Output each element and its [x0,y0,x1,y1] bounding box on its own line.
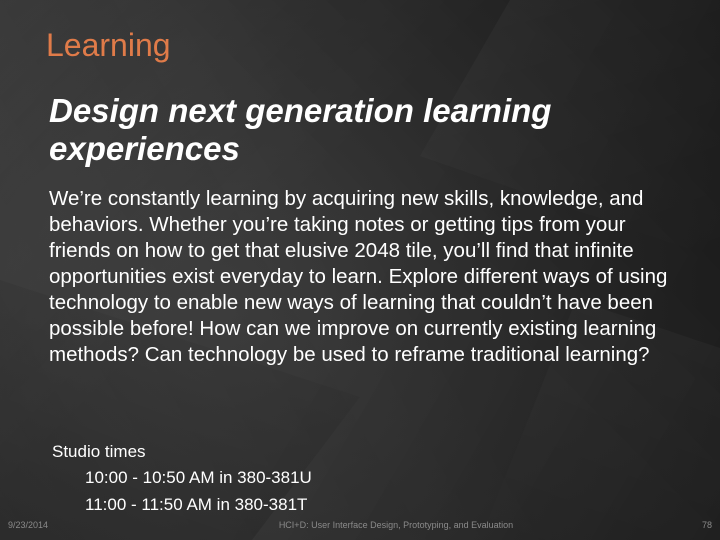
section-title: Learning [46,27,171,63]
slide-headline: Design next generation learning experien… [49,92,552,167]
footer-course-title: HCI+D: User Interface Design, Prototypin… [278,520,514,530]
studio-time-item: 11:00 - 11:50 AM in 380-381T [85,495,308,514]
studio-times-label: Studio times [52,442,146,461]
studio-time-item: 10:00 - 10:50 AM in 380-381U [85,468,312,487]
slide-body-text: We’re constantly learning by acquiring n… [49,187,668,366]
footer-page-number: 78 [701,520,712,530]
